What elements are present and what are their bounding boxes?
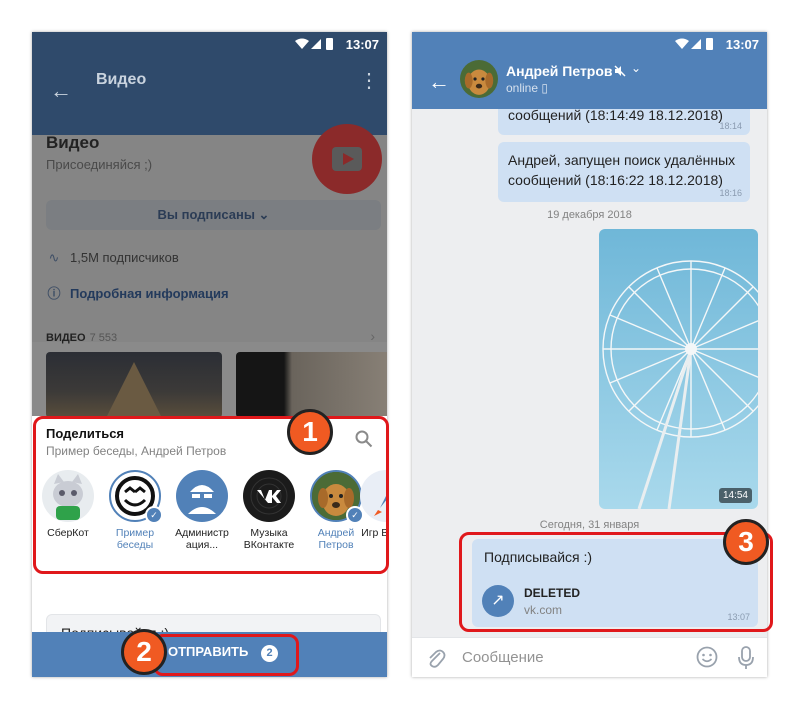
callout-number: 2	[121, 629, 167, 675]
mute-icon	[614, 65, 626, 77]
subscribers-count: 1,5M подписчиков	[70, 250, 179, 265]
message-text: Андрей, запущен поиск удалённых сообщени…	[508, 152, 736, 188]
photo-attachment[interactable]: 14:54	[599, 229, 758, 509]
status-time: 13:07	[725, 37, 759, 52]
status-bar: 13:07	[412, 32, 767, 56]
compose-bar: Сообщение	[412, 637, 767, 677]
app-bar-title: Видео	[96, 71, 147, 88]
subscribed-label: Вы подписаны	[157, 207, 255, 222]
paperclip-icon[interactable]	[426, 647, 446, 669]
dog-photo-icon	[460, 60, 498, 98]
back-arrow-icon[interactable]: ←	[428, 69, 450, 95]
status-icons	[675, 38, 713, 50]
date-separator: 19 декабря 2018	[547, 209, 632, 221]
subscribed-button[interactable]: Вы подписаны ⌄	[46, 200, 381, 230]
microphone-icon[interactable]	[738, 646, 754, 670]
callout-box-share	[33, 416, 389, 574]
ferris-wheel-image	[599, 229, 758, 509]
videos-heading-label: ВИДЕО	[46, 332, 86, 344]
status-text: online	[506, 81, 539, 95]
more-info-label: Подробная информация	[70, 286, 229, 301]
subscribers-row: ∿ 1,5M подписчиков	[46, 250, 179, 266]
photo-time: 14:54	[718, 488, 752, 503]
status-bar: 13:07	[32, 32, 387, 56]
status-time: 13:07	[345, 37, 379, 52]
videos-count: 7 553	[89, 332, 118, 344]
message-bubble[interactable]: Андрей, запущен поиск удалённых сообщени…	[498, 142, 750, 202]
rss-icon: ∿	[48, 250, 60, 265]
chevron-down-icon[interactable]: ⌄	[631, 61, 641, 75]
info-icon: ⓘ	[47, 286, 61, 301]
message-bubble[interactable]: сообщений (18:14:49 18.12.2018) 18:14	[498, 109, 750, 135]
emoji-icon[interactable]	[696, 646, 718, 668]
play-icon	[332, 147, 362, 171]
chat-contact-name[interactable]: Андрей Петров	[506, 63, 613, 79]
callout-number: 1	[287, 409, 333, 455]
videos-heading: ВИДЕО 7 553	[46, 332, 117, 344]
date-separator: Сегодня, 31 января	[539, 519, 640, 531]
callout-box-send	[153, 634, 299, 676]
chevron-right-icon[interactable]: ›	[370, 328, 375, 344]
group-tagline: Присоединяйся ;)	[46, 157, 153, 172]
group-avatar	[312, 124, 382, 194]
video-thumbnail[interactable]	[46, 352, 222, 418]
more-options-icon[interactable]: ⋮	[359, 68, 379, 93]
callout-number: 3	[723, 519, 769, 565]
left-phone-screen: ← Видео ⋮ 13:07 Видео Присоединяйся ;) В…	[32, 32, 387, 677]
message-time: 18:14	[719, 121, 742, 131]
more-info-link[interactable]: ⓘ Подробная информация	[46, 283, 229, 302]
message-text: сообщений (18:14:49 18.12.2018)	[508, 109, 723, 123]
message-time: 18:16	[719, 188, 742, 198]
back-arrow-icon[interactable]: ←	[50, 78, 72, 104]
chat-contact-status: online ▯	[506, 81, 548, 95]
avatar[interactable]	[460, 60, 498, 98]
group-name: Видео	[46, 133, 100, 152]
message-input[interactable]: Сообщение	[462, 649, 544, 666]
status-icons	[295, 38, 333, 50]
